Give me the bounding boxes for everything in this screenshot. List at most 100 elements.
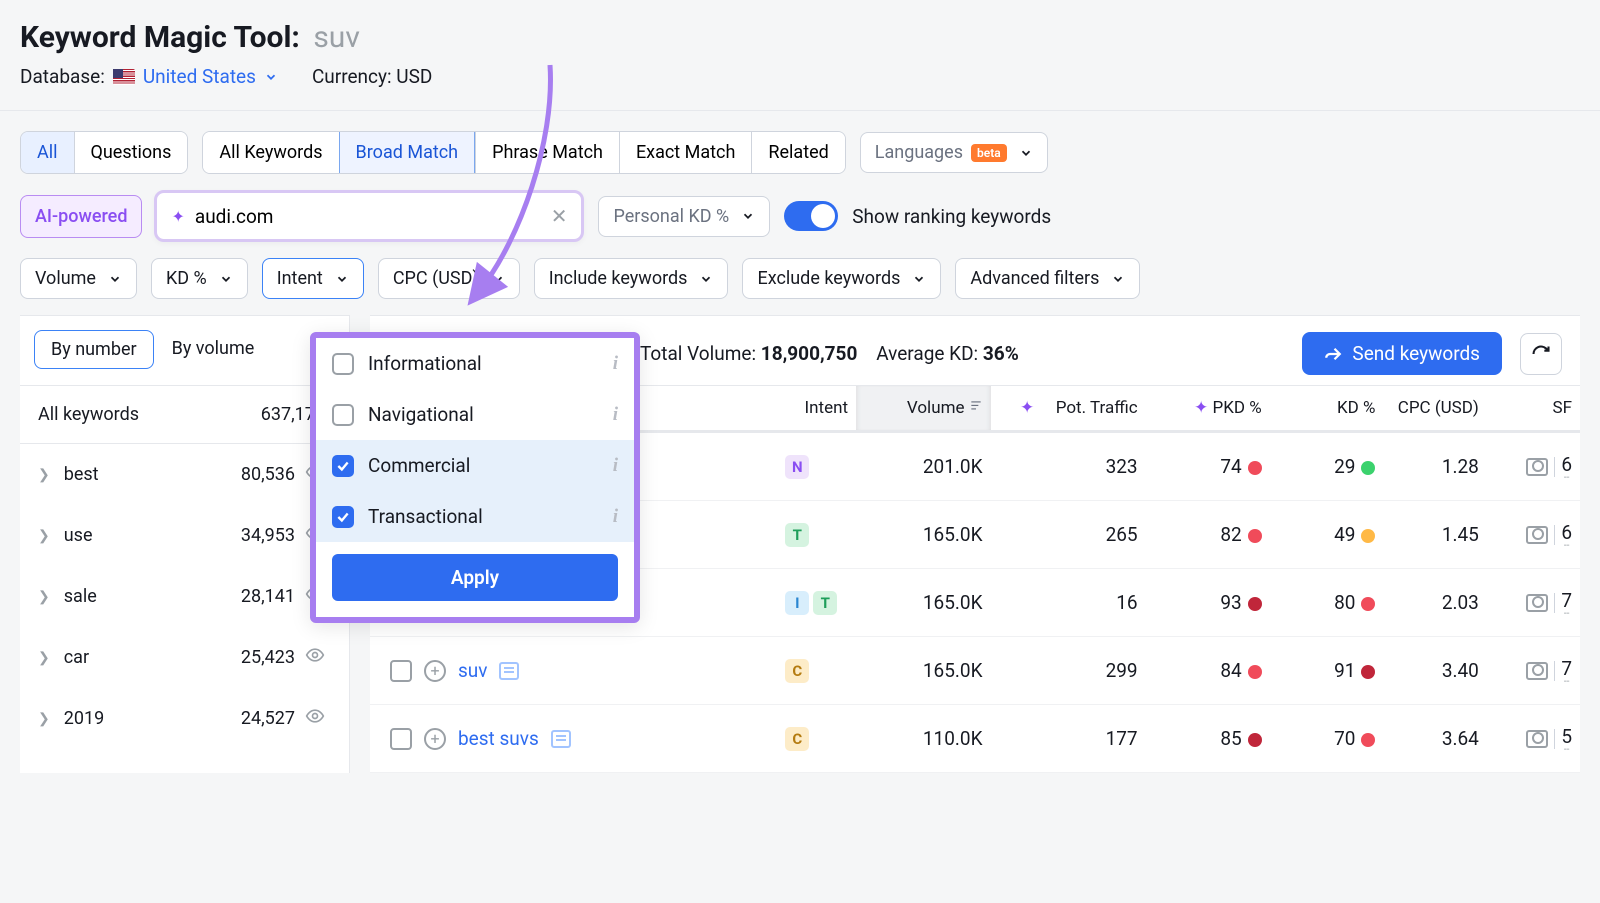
- intent-option[interactable]: Commercial i: [316, 440, 634, 491]
- keyword-link[interactable]: suv: [458, 659, 487, 682]
- sidebar-item-label: car: [64, 647, 89, 668]
- sidebar-item-count: 28,141: [241, 586, 295, 607]
- col-intent[interactable]: Intent: [773, 386, 856, 432]
- checkbox[interactable]: [332, 506, 354, 528]
- cell-volume: 110.0K: [856, 705, 990, 773]
- sidebar-item[interactable]: ❯use 34,953: [20, 505, 349, 566]
- keyword-link[interactable]: best suvs: [458, 727, 539, 750]
- serp-features-icon[interactable]: [1526, 730, 1548, 748]
- sidebar-item[interactable]: ❯ sale 28,141: [20, 566, 349, 627]
- cell-pkd: 74: [1146, 432, 1270, 501]
- chevron-right-icon: ❯: [38, 589, 50, 605]
- languages-filter[interactable]: Languages beta: [860, 132, 1048, 173]
- row-checkbox[interactable]: [390, 660, 412, 682]
- intent-option-label: Commercial: [368, 454, 470, 477]
- database-country: United States: [143, 65, 256, 88]
- apply-button[interactable]: Apply: [332, 554, 618, 601]
- info-icon[interactable]: i: [613, 506, 618, 528]
- tab-all-keywords[interactable]: All Keywords: [203, 132, 338, 173]
- sidebar-item[interactable]: ❯car 25,423: [20, 627, 349, 688]
- cell-pot-traffic: 16: [1042, 569, 1145, 637]
- sparkle-icon: ✦: [171, 207, 184, 226]
- all-keywords-label: All keywords: [38, 404, 139, 425]
- intent-option[interactable]: Navigational i: [316, 389, 634, 440]
- personal-kd-filter[interactable]: Personal KD %: [598, 196, 770, 237]
- tool-name: Keyword Magic Tool:: [20, 20, 300, 55]
- domain-input-wrap[interactable]: ✦ ✕: [154, 190, 584, 242]
- sort-by-number[interactable]: By number: [34, 330, 154, 369]
- cell-pot-traffic: 177: [1042, 705, 1145, 773]
- intent-badge-c: C: [785, 727, 809, 751]
- tab-broad-match[interactable]: Broad Match: [339, 132, 476, 173]
- chevron-down-icon: [335, 272, 349, 286]
- col-pot-traffic[interactable]: Pot. Traffic: [1042, 386, 1145, 432]
- serp-features-icon[interactable]: [1526, 526, 1548, 544]
- sidebar-item[interactable]: ❯best 80,536: [20, 444, 349, 505]
- col-volume[interactable]: Volume: [856, 386, 990, 432]
- chevron-right-icon: ❯: [38, 467, 50, 483]
- show-ranking-toggle[interactable]: [784, 201, 838, 231]
- chevron-right-icon: ❯: [38, 650, 50, 666]
- tab-questions[interactable]: Questions: [74, 132, 188, 173]
- sidebar: By number By volume All keywords 637,177…: [20, 315, 350, 773]
- cell-cpc: 3.40: [1383, 637, 1486, 705]
- col-kd[interactable]: KD %: [1270, 386, 1384, 432]
- filter-kd[interactable]: KD %: [151, 258, 248, 299]
- info-icon[interactable]: i: [613, 455, 618, 477]
- filter-advanced[interactable]: Advanced filters: [955, 258, 1140, 299]
- chevron-right-icon: ❯: [38, 711, 50, 727]
- tab-exact-match[interactable]: Exact Match: [619, 132, 751, 173]
- query-value: suv: [313, 20, 360, 55]
- intent-filter-popup: Informational i Navigational i Commercia…: [310, 332, 640, 623]
- clear-icon[interactable]: ✕: [551, 204, 568, 228]
- intent-option-label: Informational: [368, 352, 482, 375]
- checkbox[interactable]: [332, 404, 354, 426]
- cell-kd: 49: [1270, 501, 1384, 569]
- tab-all[interactable]: All: [21, 132, 74, 173]
- intent-option[interactable]: Transactional i: [316, 491, 634, 542]
- row-checkbox[interactable]: [390, 728, 412, 750]
- sidebar-all-keywords[interactable]: All keywords 637,177: [20, 386, 349, 444]
- info-icon[interactable]: i: [613, 404, 618, 426]
- col-cpc[interactable]: CPC (USD): [1383, 386, 1486, 432]
- intent-option-label: Navigational: [368, 403, 474, 426]
- intent-option[interactable]: Informational i: [316, 338, 634, 389]
- sidebar-item-label: use: [64, 525, 93, 546]
- checkbox[interactable]: [332, 353, 354, 375]
- tab-related[interactable]: Related: [751, 132, 844, 173]
- filter-volume[interactable]: Volume: [20, 258, 137, 299]
- cell-pot-traffic: 323: [1042, 432, 1145, 501]
- cell-pkd: 85: [1146, 705, 1270, 773]
- send-keywords-button[interactable]: Send keywords: [1302, 332, 1502, 375]
- sidebar-item-label: sale: [64, 586, 97, 607]
- sidebar-item[interactable]: ❯2019 24,527: [20, 688, 349, 749]
- serp-icon[interactable]: [499, 662, 519, 680]
- serp-features-icon[interactable]: [1526, 594, 1548, 612]
- col-pkd[interactable]: ✦ PKD %: [1146, 386, 1270, 432]
- serp-features-icon[interactable]: [1526, 662, 1548, 680]
- serp-icon[interactable]: [551, 730, 571, 748]
- filter-intent[interactable]: Intent: [262, 258, 364, 299]
- add-to-list-icon[interactable]: +: [424, 728, 446, 750]
- col-sf[interactable]: SF: [1487, 386, 1580, 432]
- sidebar-item-count: 34,953: [241, 525, 295, 546]
- domain-input[interactable]: [195, 205, 551, 228]
- database-selector[interactable]: United States: [113, 65, 278, 88]
- add-to-list-icon[interactable]: +: [424, 660, 446, 682]
- cell-kd: 29: [1270, 432, 1384, 501]
- sort-by-volume[interactable]: By volume: [162, 330, 265, 369]
- intent-badge-c: C: [785, 659, 809, 683]
- tab-phrase-match[interactable]: Phrase Match: [475, 132, 619, 173]
- info-icon[interactable]: i: [613, 353, 618, 375]
- checkbox[interactable]: [332, 455, 354, 477]
- cell-pkd: 82: [1146, 501, 1270, 569]
- serp-features-icon[interactable]: [1526, 458, 1548, 476]
- refresh-button[interactable]: [1520, 333, 1562, 375]
- cell-kd: 91: [1270, 637, 1384, 705]
- cell-volume: 165.0K: [856, 569, 990, 637]
- chevron-down-icon: [1019, 146, 1033, 160]
- filter-include[interactable]: Include keywords: [534, 258, 729, 299]
- chevron-down-icon: [491, 272, 505, 286]
- filter-cpc[interactable]: CPC (USD): [378, 258, 520, 299]
- filter-exclude[interactable]: Exclude keywords: [742, 258, 941, 299]
